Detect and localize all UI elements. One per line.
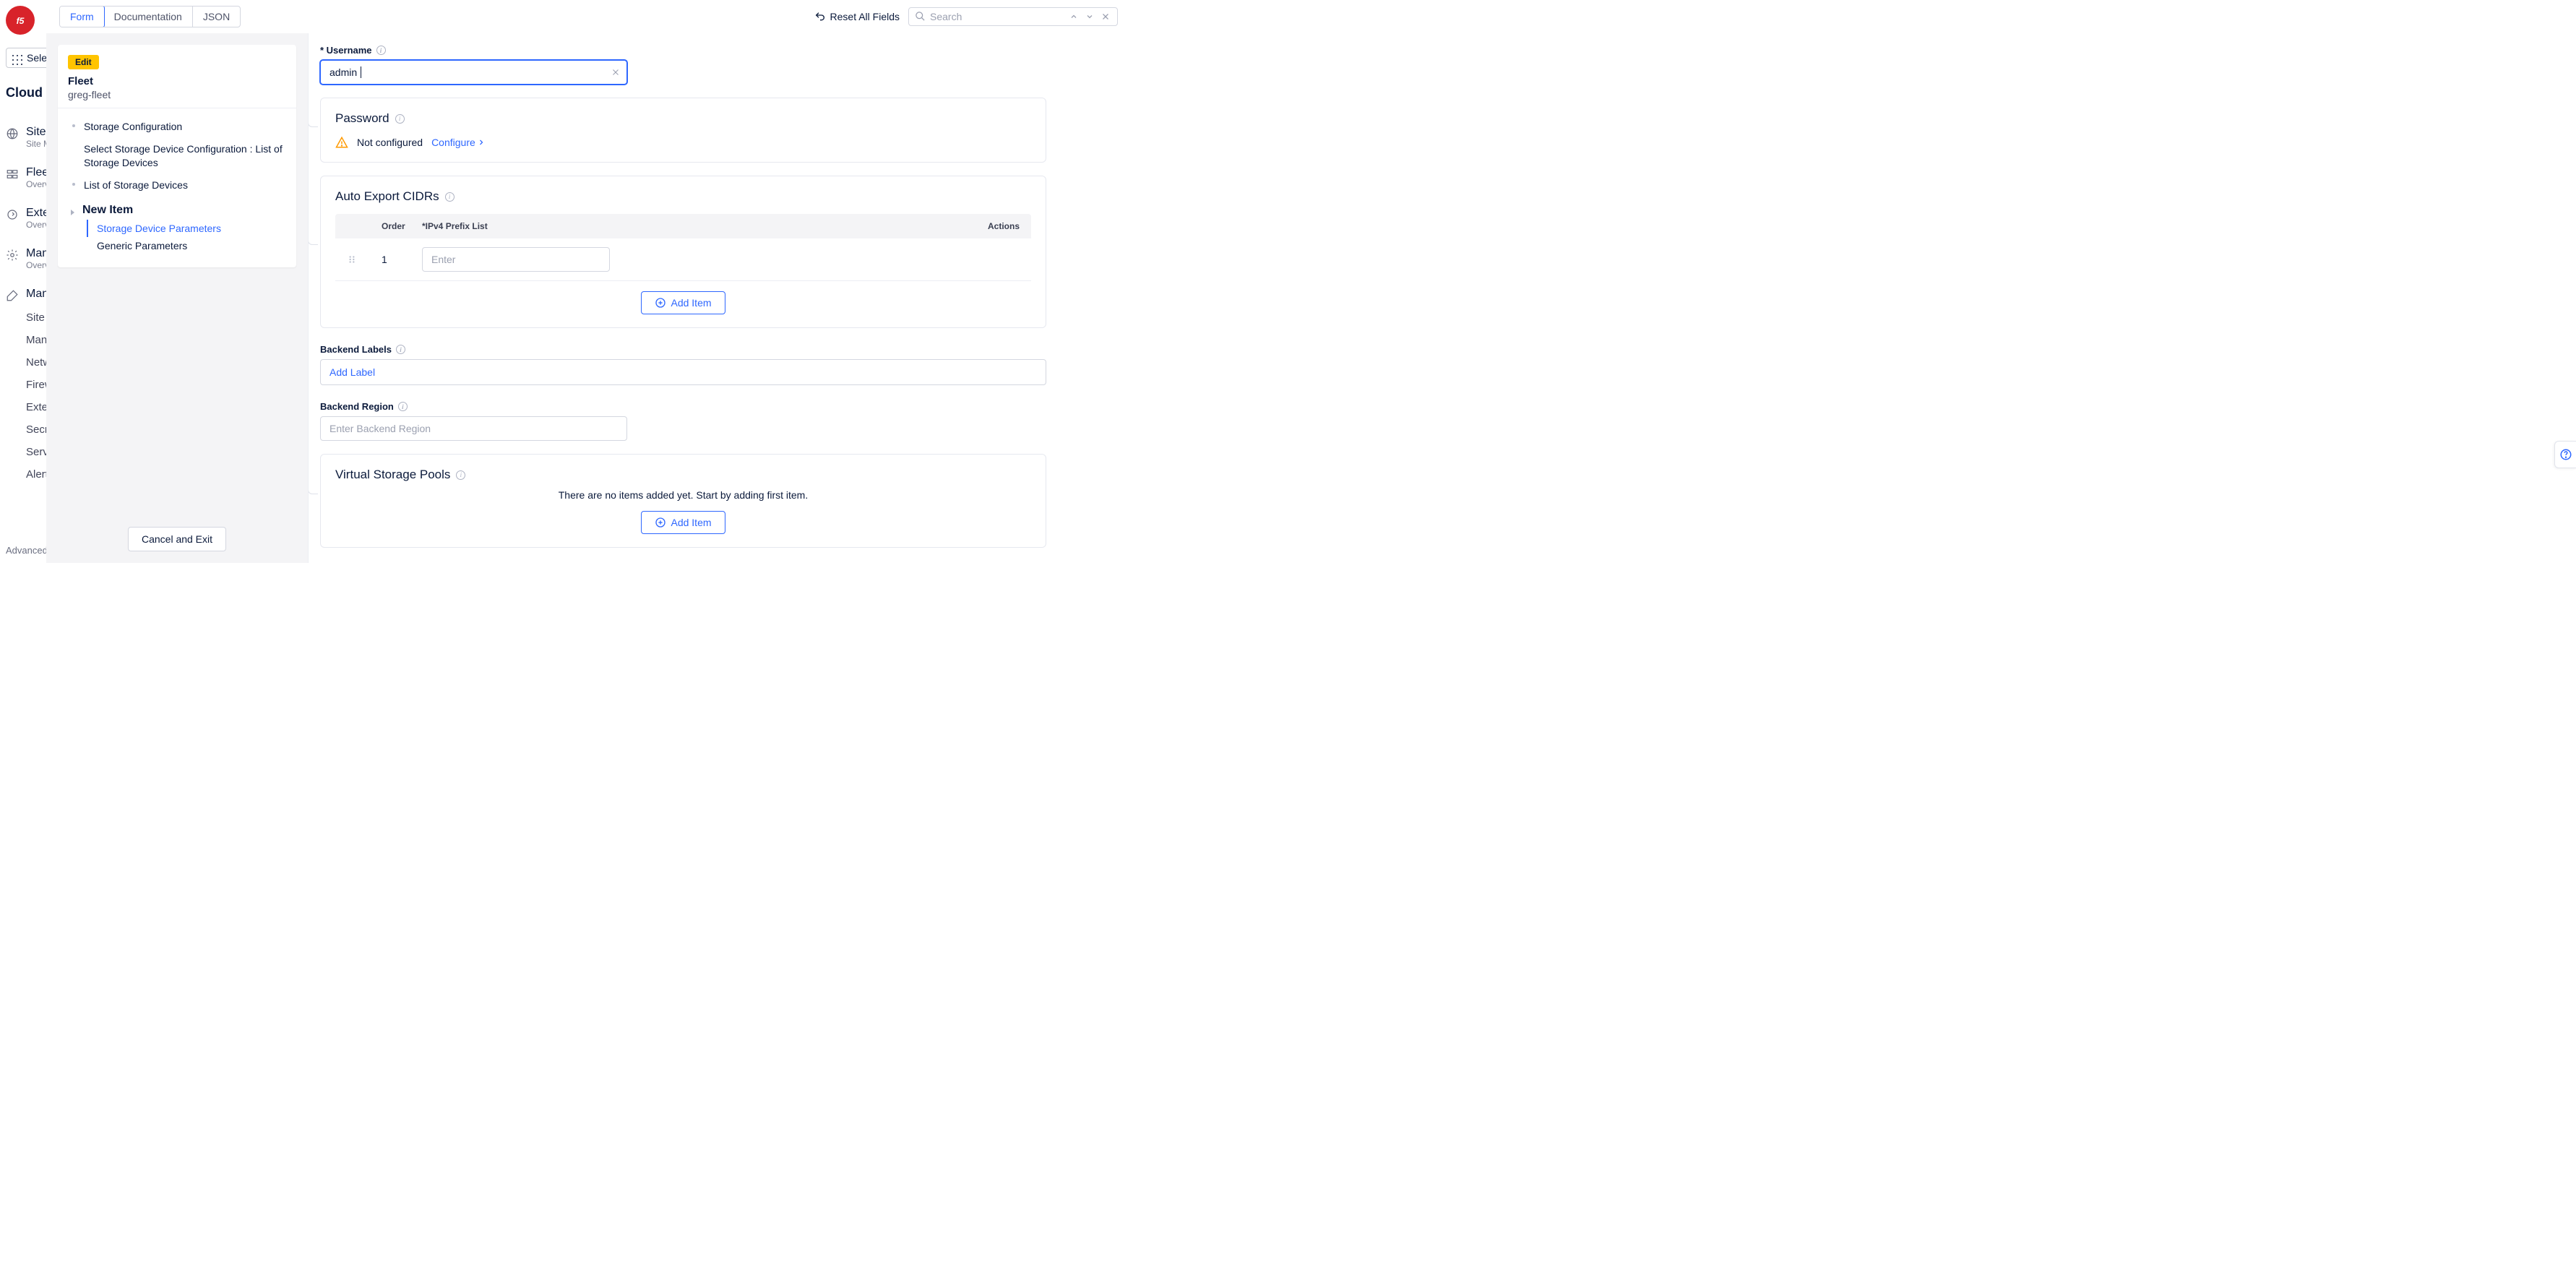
cidrs-title: Auto Export CIDRs i <box>335 189 1031 204</box>
edit-modal: Form Documentation JSON Reset All Fields… <box>46 0 1131 563</box>
search-close-icon[interactable] <box>1100 12 1111 21</box>
nav-new-item[interactable]: New Item <box>75 197 286 220</box>
username-label: * Username i <box>320 45 1046 56</box>
chevron-right-icon <box>477 138 486 147</box>
order-value: 1 <box>382 254 422 265</box>
backend-region-input[interactable] <box>320 416 627 441</box>
configure-link[interactable]: Configure <box>431 137 486 148</box>
info-icon[interactable]: i <box>376 46 386 55</box>
vsp-add-item-button[interactable]: Add Item <box>641 511 725 534</box>
search-box[interactable] <box>908 7 1118 26</box>
form-main: * Username i Password <box>308 33 1131 563</box>
cidrs-add-item-button[interactable]: Add Item <box>641 291 725 314</box>
password-title: Password i <box>335 111 1031 126</box>
bg-advanced: Advanced <box>6 545 48 556</box>
view-tabs: Form Documentation JSON <box>59 6 241 27</box>
nav-list-storage[interactable]: List of Storage Devices <box>75 174 286 197</box>
nav-storage-configuration[interactable]: Storage Configuration <box>75 116 286 138</box>
col-actions: Actions <box>969 221 1020 231</box>
vsp-panel: Virtual Storage Pools i There are no ite… <box>320 454 1046 548</box>
not-configured-text: Not configured <box>357 137 423 148</box>
col-order: Order <box>382 221 422 231</box>
plus-circle-icon <box>655 517 666 528</box>
cidrs-table-head: Order *IPv4 Prefix List Actions <box>335 214 1031 238</box>
help-icon <box>2559 448 2572 461</box>
info-icon[interactable]: i <box>396 345 405 354</box>
help-tab[interactable] <box>2554 441 2576 468</box>
add-label-input[interactable]: Add Label <box>320 359 1046 385</box>
username-input[interactable] <box>320 60 627 85</box>
plus-circle-icon <box>655 297 666 309</box>
form-nav-tree: Storage Configuration Select Storage Dev… <box>58 108 296 257</box>
backend-region-label: Backend Region i <box>320 401 1046 412</box>
password-panel: Password i Not configured Configure <box>320 98 1046 163</box>
tab-form[interactable]: Form <box>59 6 105 27</box>
clear-icon[interactable] <box>611 68 620 77</box>
edit-badge: Edit <box>68 55 99 69</box>
vsp-title: Virtual Storage Pools i <box>335 468 1031 482</box>
form-nav-column: Edit Fleet greg-fleet Storage Configurat… <box>46 33 308 563</box>
warning-icon <box>335 136 348 149</box>
form-nav-card: Edit Fleet greg-fleet Storage Configurat… <box>58 45 296 267</box>
undo-icon <box>814 11 826 22</box>
info-icon[interactable]: i <box>456 470 465 480</box>
object-kind: Fleet <box>68 75 286 87</box>
nav-storage-device-parameters[interactable]: Storage Device Parameters <box>87 220 286 237</box>
info-icon[interactable]: i <box>395 114 405 124</box>
cancel-exit-button[interactable]: Cancel and Exit <box>128 527 226 551</box>
drag-handle-icon[interactable] <box>347 254 382 264</box>
backend-labels-label: Backend Labels i <box>320 344 1046 355</box>
cidrs-row: 1 <box>335 238 1031 281</box>
tab-json[interactable]: JSON <box>193 7 240 27</box>
search-prev-icon[interactable] <box>1068 12 1080 21</box>
search-next-icon[interactable] <box>1084 12 1095 21</box>
col-prefix: *IPv4 Prefix List <box>422 221 969 231</box>
username-input-wrap <box>320 60 627 85</box>
vsp-empty-message: There are no items added yet. Start by a… <box>335 489 1031 501</box>
search-input[interactable] <box>930 11 1064 22</box>
reset-label: Reset All Fields <box>830 11 900 22</box>
object-name: greg-fleet <box>68 89 286 100</box>
svg-text:f5: f5 <box>17 16 25 26</box>
reset-all-button[interactable]: Reset All Fields <box>814 11 900 22</box>
prefix-input[interactable] <box>422 247 610 272</box>
modal-toolbar: Form Documentation JSON Reset All Fields <box>46 0 1131 33</box>
tab-documentation[interactable]: Documentation <box>104 7 193 27</box>
nav-select-storage[interactable]: Select Storage Device Configuration : Li… <box>75 138 286 174</box>
info-icon[interactable]: i <box>445 192 455 202</box>
info-icon[interactable]: i <box>398 402 408 411</box>
nav-generic-parameters[interactable]: Generic Parameters <box>75 237 286 254</box>
brand-logo: f5 <box>6 6 35 35</box>
cidrs-panel: Auto Export CIDRs i Order *IPv4 Prefix L… <box>320 176 1046 328</box>
search-icon <box>915 11 926 22</box>
